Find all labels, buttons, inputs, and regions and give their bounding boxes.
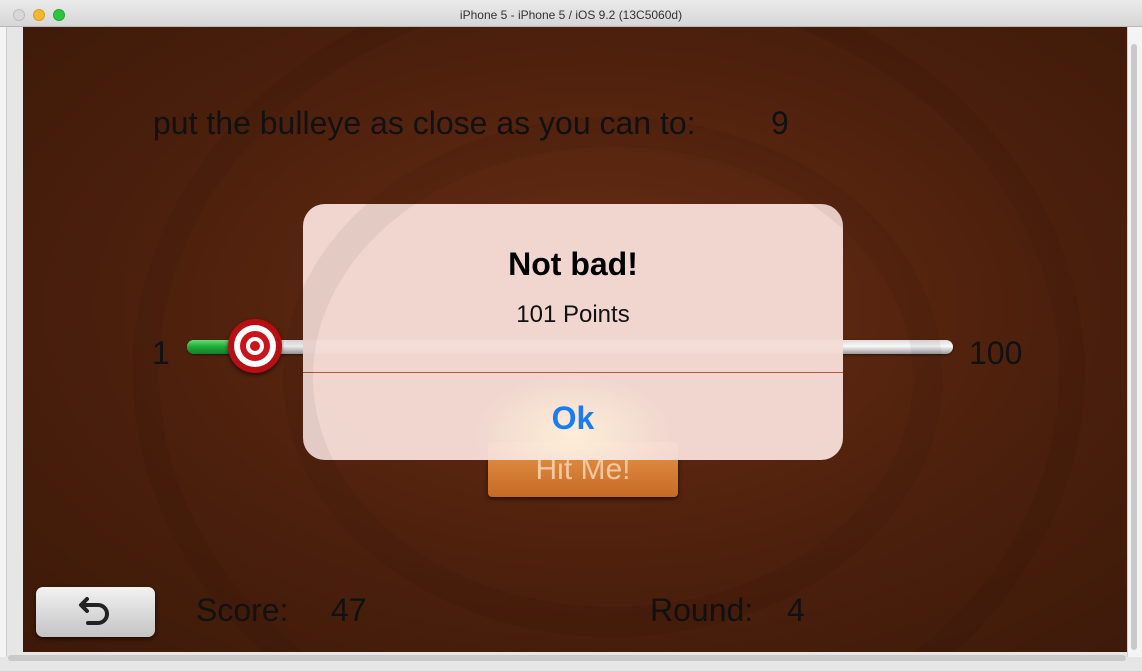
start-over-button[interactable] bbox=[36, 587, 155, 637]
window-title: iPhone 5 - iPhone 5 / iOS 9.2 (13C5060d) bbox=[459, 8, 683, 22]
horizontal-scrollbar[interactable] bbox=[8, 655, 1126, 661]
bullseye-slider-thumb[interactable] bbox=[228, 319, 283, 373]
round-value: 4 bbox=[787, 592, 805, 628]
slider-track[interactable] bbox=[187, 340, 953, 354]
simulator-screen: put the bulleye as close as you can to: … bbox=[23, 27, 1127, 652]
slider-min-label: 1 bbox=[152, 335, 170, 371]
slider-max-label: 100 bbox=[969, 335, 1023, 371]
alert-ok-button[interactable]: Ok bbox=[303, 373, 843, 460]
simulator-window: iPhone 5 - iPhone 5 / iOS 9.2 (13C5060d)… bbox=[0, 0, 1142, 671]
vertical-scrollbar[interactable] bbox=[1131, 44, 1137, 650]
alert-title: Not bad! bbox=[508, 246, 638, 282]
target-value: 9 bbox=[771, 105, 789, 141]
round-label: Round: bbox=[650, 592, 754, 628]
alert-divider bbox=[303, 372, 843, 373]
alert-dialog: Not bad! 101 Points Ok bbox=[303, 204, 843, 460]
hit-me-button[interactable]: Hit Me! bbox=[488, 442, 678, 497]
target-prompt: put the bulleye as close as you can to: bbox=[153, 105, 696, 141]
alert-glow bbox=[473, 374, 673, 460]
alert-message: 101 Points bbox=[516, 301, 630, 328]
title-bar: iPhone 5 - iPhone 5 / iOS 9.2 (13C5060d) bbox=[0, 0, 1142, 27]
background-editor-left bbox=[0, 27, 7, 657]
undo-arrow-icon bbox=[79, 597, 109, 625]
score-value: 47 bbox=[331, 592, 367, 628]
score-label: Score: bbox=[196, 592, 289, 628]
